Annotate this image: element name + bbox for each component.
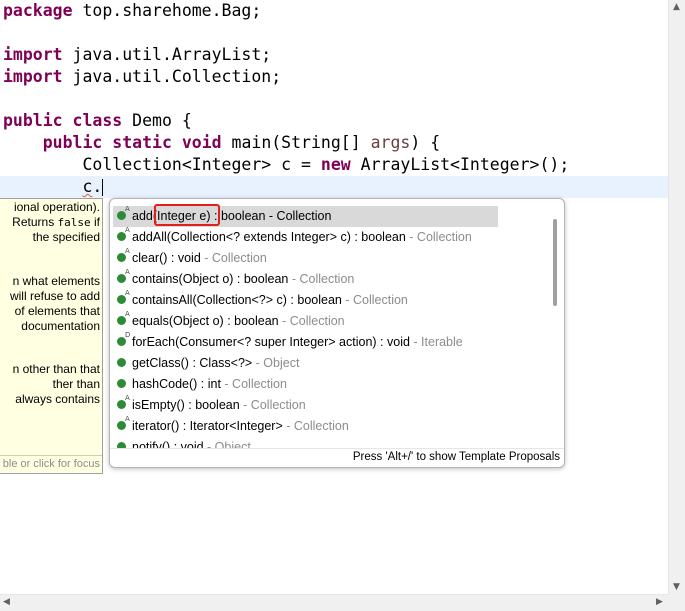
template-proposals-hint: Press 'Alt+/' to show Template Proposals [352,451,560,463]
code-line-collection-decl: Collection<Integer> c = new ArrayList<In… [82,155,570,174]
completion-item-addall[interactable]: A addAll(Collection<? extends Integer> c… [113,226,497,248]
completion-item-iterator[interactable]: A iterator() : Iterator<Integer> - Colle… [113,415,497,437]
javadoc-line: ther than [52,377,100,391]
completion-list[interactable]: A add(Integer e) : boolean - Collection … [110,204,550,448]
code-line-package: package top.sharehome.Bag; [3,1,262,20]
text-caret [102,179,104,196]
scroll-down-icon[interactable]: ▼ [673,582,680,592]
code-line-current: c. [82,177,104,196]
scrollbar-corner [669,595,685,611]
completion-item-hashcode[interactable]: hashCode() : int - Collection [113,374,497,395]
javadoc-line: the specified [32,230,100,244]
abstract-marker-icon: A [125,205,130,213]
javadoc-line: n what elements [12,274,100,288]
completion-footer: Press 'Alt+/' to show Template Proposals [110,448,564,467]
completion-item-foreach[interactable]: D forEach(Consumer<? super Integer> acti… [113,331,497,353]
javadoc-line: of elements that [14,304,100,318]
horizontal-scrollbar[interactable]: ◀ ▶ [0,594,669,611]
public-method-icon [117,358,126,367]
abstract-marker-icon: A [125,394,130,402]
vertical-scrollbar[interactable]: ▲ ▼ [668,0,685,595]
completion-scrollbar-thumb[interactable] [553,219,557,306]
javadoc-footer-text: ble or click for focus [2,458,100,470]
javadoc-line: ional operation). [13,200,100,214]
javadoc-hover-panel[interactable]: ional operation). Returns false if the s… [0,198,103,474]
code-line-import-collection: import java.util.Collection; [3,67,282,86]
abstract-marker-icon: A [125,310,130,318]
content-assist-popup[interactable]: A add(Integer e) : boolean - Collection … [109,198,565,468]
javadoc-line: documentation [21,319,100,333]
completion-item-getclass[interactable]: getClass() : Class<?> - Object [113,353,497,374]
javadoc-line: Returns false if [12,215,100,229]
abstract-marker-icon: A [125,268,130,276]
code-line-class-decl: public class Demo { [3,111,192,130]
error-squiggle: c [82,177,93,196]
scroll-up-icon[interactable]: ▲ [673,2,680,12]
abstract-marker-icon: A [125,247,130,255]
default-marker-icon: D [125,331,131,339]
abstract-marker-icon: A [125,289,130,297]
public-method-icon [117,379,126,388]
code-line-import-arraylist: import java.util.ArrayList; [3,45,272,64]
scroll-right-icon[interactable]: ▶ [656,597,663,607]
javadoc-footer: ble or click for focus [0,455,102,473]
completion-item-clear[interactable]: A clear() : void - Collection [113,247,497,269]
completion-item-add[interactable]: A add(Integer e) : boolean - Collection [113,204,498,227]
javadoc-line: n other than that [12,362,100,376]
scroll-left-icon[interactable]: ◀ [3,597,10,607]
completion-item-notify[interactable]: notify() : void - Object [113,437,497,448]
completion-item-equals[interactable]: A equals(Object o) : boolean - Collectio… [113,310,497,332]
highlight-box [154,204,220,226]
javadoc-line: will refuse to add [9,289,100,303]
code-line-main-decl: public static void main(String[] args) { [42,133,441,152]
completion-item-containsall[interactable]: A containsAll(Collection<?> c) : boolean… [113,289,497,311]
completion-item-contains[interactable]: A contains(Object o) : boolean - Collect… [113,268,497,290]
abstract-marker-icon: A [125,415,130,423]
abstract-marker-icon: A [125,226,130,234]
completion-item-isempty[interactable]: A isEmpty() : boolean - Collection [113,394,497,416]
javadoc-line: always contains [15,392,100,406]
